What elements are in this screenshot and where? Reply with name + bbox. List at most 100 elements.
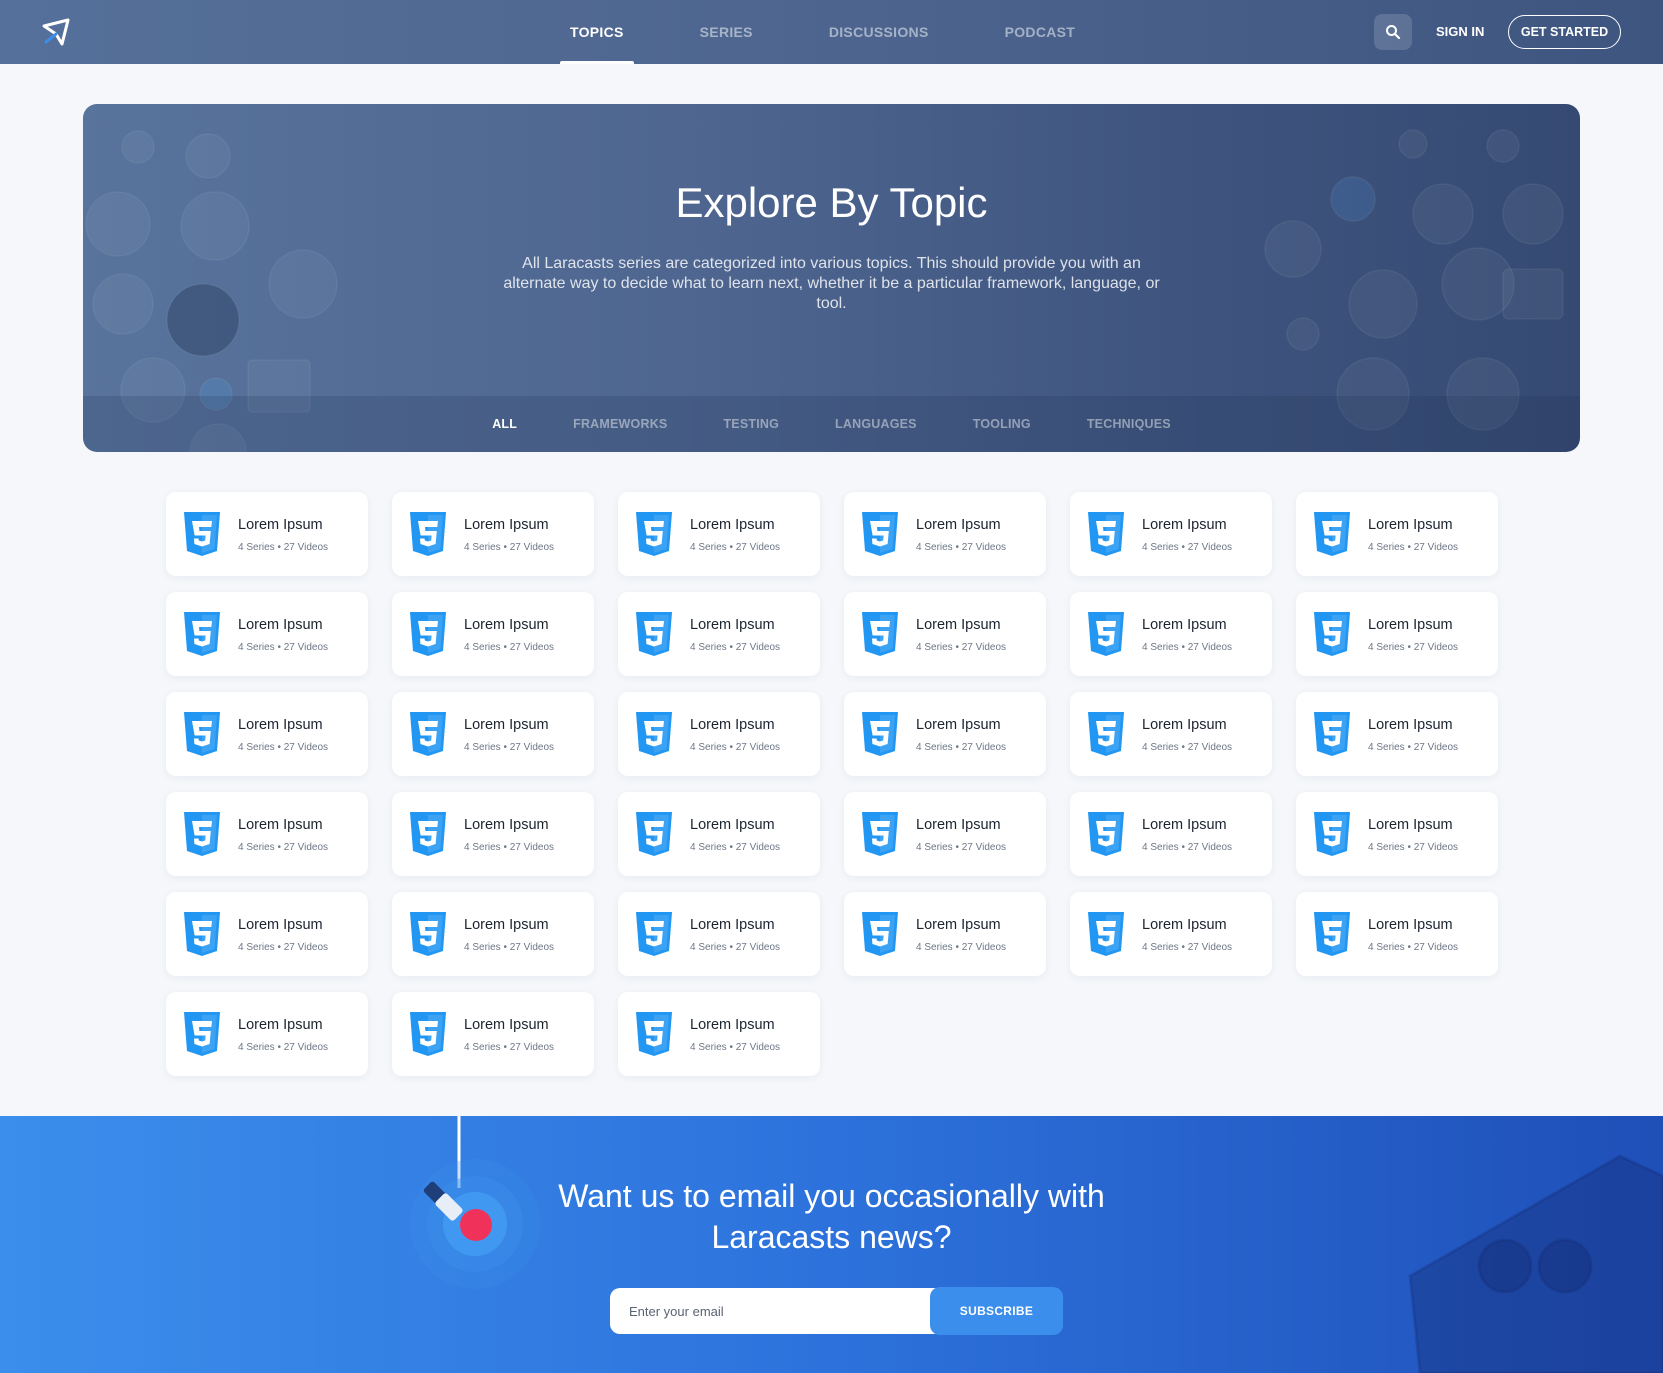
css3-icon xyxy=(636,712,672,756)
topic-card[interactable]: Lorem Ipsum 4 Series • 27 Videos xyxy=(392,892,594,976)
topic-title: Lorem Ipsum xyxy=(1142,917,1227,933)
newsletter-title: Want us to email you occasionally with L… xyxy=(500,1176,1163,1258)
topic-card[interactable]: Lorem Ipsum 4 Series • 27 Videos xyxy=(166,692,368,776)
nav-series[interactable]: SERIES xyxy=(700,0,753,64)
filter-tab-tooling[interactable]: TOOLING xyxy=(973,417,1031,431)
hero-description: All Laracasts series are categorized int… xyxy=(503,255,1160,312)
topic-card[interactable]: Lorem Ipsum 4 Series • 27 Videos xyxy=(844,792,1046,876)
topic-card[interactable]: Lorem Ipsum 4 Series • 27 Videos xyxy=(392,692,594,776)
filter-tab-all[interactable]: ALL xyxy=(492,417,517,431)
nav-topics[interactable]: TOPICS xyxy=(560,0,634,64)
topic-meta: 4 Series • 27 Videos xyxy=(690,642,781,653)
topic-title: Lorem Ipsum xyxy=(690,517,775,533)
topic-card[interactable]: Lorem Ipsum 4 Series • 27 Videos xyxy=(1296,792,1498,876)
email-field[interactable] xyxy=(610,1288,940,1334)
newsletter-title-line-2: Laracasts news? xyxy=(711,1219,952,1255)
topic-card[interactable]: Lorem Ipsum 4 Series • 27 Videos xyxy=(166,792,368,876)
topic-card[interactable]: Lorem Ipsum 4 Series • 27 Videos xyxy=(618,992,820,1076)
hero-banner: Explore By Topic All Laracasts series ar… xyxy=(83,104,1580,452)
topic-card[interactable]: Lorem Ipsum 4 Series • 27 Videos xyxy=(618,492,820,576)
topic-meta: 4 Series • 27 Videos xyxy=(464,842,555,853)
topic-meta: 4 Series • 27 Videos xyxy=(1142,542,1233,553)
topic-card[interactable]: Lorem Ipsum 4 Series • 27 Videos xyxy=(166,592,368,676)
topic-card[interactable]: Lorem Ipsum 4 Series • 27 Videos xyxy=(618,692,820,776)
topic-card[interactable]: Lorem Ipsum 4 Series • 27 Videos xyxy=(844,892,1046,976)
css3-icon xyxy=(1314,912,1350,956)
topic-card[interactable]: Lorem Ipsum 4 Series • 27 Videos xyxy=(844,492,1046,576)
topic-card[interactable]: Lorem Ipsum 4 Series • 27 Videos xyxy=(1070,492,1272,576)
topic-meta: 4 Series • 27 Videos xyxy=(1142,842,1233,853)
subscribe-button[interactable]: SUBSCRIBE xyxy=(930,1287,1063,1335)
topic-meta: 4 Series • 27 Videos xyxy=(464,1042,555,1053)
topic-card[interactable]: Lorem Ipsum 4 Series • 27 Videos xyxy=(166,892,368,976)
topic-meta: 4 Series • 27 Videos xyxy=(1368,742,1459,753)
topic-title: Lorem Ipsum xyxy=(238,917,323,933)
topic-filter-bar: ALL FRAMEWORKS TESTING LANGUAGES TOOLING TECH… xyxy=(83,396,1580,452)
topic-title: Lorem Ipsum xyxy=(916,917,1001,933)
topic-card[interactable]: Lorem Ipsum 4 Series • 27 Videos xyxy=(1296,892,1498,976)
css3-icon xyxy=(862,912,898,956)
css3-icon xyxy=(184,712,220,756)
css3-icon xyxy=(862,612,898,656)
css3-icon xyxy=(862,712,898,756)
topic-meta: 4 Series • 27 Videos xyxy=(690,542,781,553)
topic-meta: 4 Series • 27 Videos xyxy=(238,742,329,753)
topic-meta: 4 Series • 27 Videos xyxy=(916,942,1007,953)
topic-title: Lorem Ipsum xyxy=(238,517,323,533)
topic-card[interactable]: Lorem Ipsum 4 Series • 27 Videos xyxy=(1296,492,1498,576)
topic-meta: 4 Series • 27 Videos xyxy=(1368,842,1459,853)
topic-title: Lorem Ipsum xyxy=(690,917,775,933)
topic-card[interactable]: Lorem Ipsum 4 Series • 27 Videos xyxy=(618,792,820,876)
topic-title: Lorem Ipsum xyxy=(238,617,323,633)
sign-in-link[interactable]: SIGN IN xyxy=(1436,24,1484,39)
nav-podcast[interactable]: PODCAST xyxy=(1005,0,1076,64)
filter-tab-frameworks[interactable]: FRAMEWORKS xyxy=(573,417,667,431)
search-button[interactable] xyxy=(1374,14,1412,50)
css3-icon xyxy=(184,1012,220,1056)
filter-tab-techniques[interactable]: TECHNIQUES xyxy=(1087,417,1171,431)
filter-tab-languages[interactable]: LANGUAGES xyxy=(835,417,917,431)
nav-discussions[interactable]: DISCUSSIONS xyxy=(829,0,929,64)
css3-icon xyxy=(636,1012,672,1056)
topic-title: Lorem Ipsum xyxy=(916,517,1001,533)
topic-meta: 4 Series • 27 Videos xyxy=(916,542,1007,553)
topic-card[interactable]: Lorem Ipsum 4 Series • 27 Videos xyxy=(392,592,594,676)
topic-title: Lorem Ipsum xyxy=(238,817,323,833)
topic-card[interactable]: Lorem Ipsum 4 Series • 27 Videos xyxy=(166,992,368,1076)
topic-card[interactable]: Lorem Ipsum 4 Series • 27 Videos xyxy=(618,592,820,676)
topic-card[interactable]: Lorem Ipsum 4 Series • 27 Videos xyxy=(392,492,594,576)
topic-card[interactable]: Lorem Ipsum 4 Series • 27 Videos xyxy=(844,592,1046,676)
page-title: Explore By Topic xyxy=(675,179,988,226)
topic-meta: 4 Series • 27 Videos xyxy=(1368,542,1459,553)
filter-tab-testing[interactable]: TESTING xyxy=(723,417,779,431)
topic-card[interactable]: Lorem Ipsum 4 Series • 27 Videos xyxy=(1296,692,1498,776)
topic-card[interactable]: Lorem Ipsum 4 Series • 27 Videos xyxy=(392,792,594,876)
topic-title: Lorem Ipsum xyxy=(464,617,549,633)
topic-meta: 4 Series • 27 Videos xyxy=(238,842,329,853)
css3-icon xyxy=(1314,812,1350,856)
topic-meta: 4 Series • 27 Videos xyxy=(690,742,781,753)
css3-icon xyxy=(184,812,220,856)
css3-icon xyxy=(410,612,446,656)
topic-card[interactable]: Lorem Ipsum 4 Series • 27 Videos xyxy=(1070,692,1272,776)
topic-card[interactable]: Lorem Ipsum 4 Series • 27 Videos xyxy=(1070,892,1272,976)
topic-title: Lorem Ipsum xyxy=(464,517,549,533)
topic-meta: 4 Series • 27 Videos xyxy=(238,642,329,653)
topic-title: Lorem Ipsum xyxy=(464,1017,549,1033)
newsletter-section: Want us to email you occasionally with L… xyxy=(0,1116,1663,1373)
topic-title: Lorem Ipsum xyxy=(1142,817,1227,833)
topic-card[interactable]: Lorem Ipsum 4 Series • 27 Videos xyxy=(392,992,594,1076)
paper-plane-logo-icon[interactable] xyxy=(40,17,70,47)
topic-card[interactable]: Lorem Ipsum 4 Series • 27 Videos xyxy=(1070,792,1272,876)
get-started-button[interactable]: GET STARTED xyxy=(1508,15,1621,49)
topic-meta: 4 Series • 27 Videos xyxy=(464,642,555,653)
topic-card[interactable]: Lorem Ipsum 4 Series • 27 Videos xyxy=(618,892,820,976)
css3-icon xyxy=(184,512,220,556)
topic-card[interactable]: Lorem Ipsum 4 Series • 27 Videos xyxy=(166,492,368,576)
topic-title: Lorem Ipsum xyxy=(1142,717,1227,733)
topic-card[interactable]: Lorem Ipsum 4 Series • 27 Videos xyxy=(844,692,1046,776)
topic-meta: 4 Series • 27 Videos xyxy=(1142,742,1233,753)
topic-card[interactable]: Lorem Ipsum 4 Series • 27 Videos xyxy=(1070,592,1272,676)
topic-card[interactable]: Lorem Ipsum 4 Series • 27 Videos xyxy=(1296,592,1498,676)
topic-title: Lorem Ipsum xyxy=(916,817,1001,833)
